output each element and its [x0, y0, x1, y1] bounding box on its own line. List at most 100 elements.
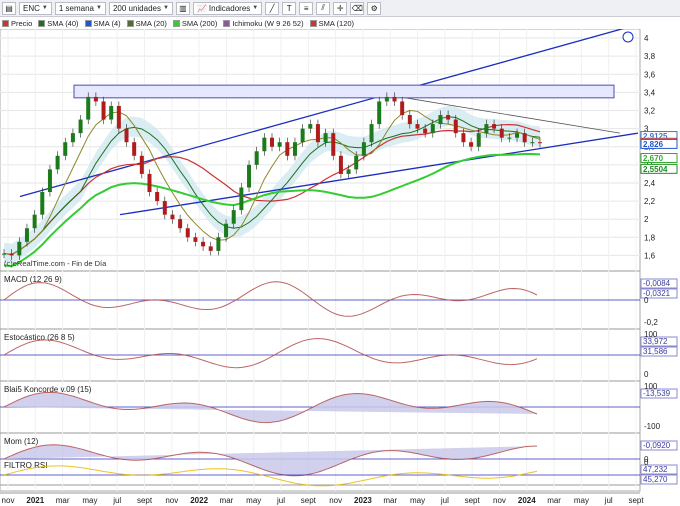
candle-body — [47, 169, 52, 193]
macd-title: MACD (12 26 9) — [4, 275, 62, 284]
candle-body — [492, 124, 497, 129]
price-tick-label: 3,2 — [644, 107, 656, 116]
legend-item[interactable]: SMA (20) — [126, 19, 167, 28]
candle-body — [415, 124, 420, 129]
indicators-button[interactable]: 📈 Indicadores ▼ — [192, 1, 263, 15]
legend-label: Precio — [11, 18, 33, 28]
macd-tick: 0 — [644, 296, 649, 305]
legend-label: Ichimoku (W 9 26 52) — [232, 18, 304, 28]
candle-body — [400, 101, 405, 116]
candle-body — [70, 133, 75, 143]
period-select[interactable]: 1 semana ▼ — [54, 1, 106, 15]
price-tick-label: 4 — [644, 34, 649, 43]
legend-item[interactable]: Precio — [2, 19, 32, 28]
candle-body — [116, 105, 121, 129]
draw-tool-icon[interactable]: ╱ — [265, 1, 280, 15]
candle-body — [93, 96, 98, 102]
fibonacci-icon[interactable]: ≡ — [299, 1, 314, 15]
candle-body — [308, 124, 313, 129]
x-tick-label: mar — [547, 496, 561, 505]
legend-swatch — [2, 19, 9, 27]
rsi-value: 45,270 — [643, 475, 668, 484]
resistance-zone — [73, 84, 615, 99]
candle-body — [170, 214, 175, 220]
legend-item[interactable]: SMA (200) — [172, 19, 217, 28]
koncorde-tick: 100 — [644, 382, 658, 391]
candle-body — [469, 142, 474, 147]
legend-swatch — [172, 19, 180, 27]
rsi-tick: 0 — [644, 458, 649, 467]
candle-body — [178, 219, 183, 229]
candle-body — [323, 133, 328, 143]
candle-body — [377, 101, 382, 125]
legend-item[interactable]: SMA (4) — [84, 19, 121, 28]
candle-body — [17, 241, 22, 256]
legend-item[interactable]: SMA (120) — [309, 19, 354, 28]
candles-icon[interactable]: ▥ — [175, 1, 190, 15]
candle-body — [231, 210, 236, 224]
eraser-icon[interactable]: ⌫ — [350, 1, 365, 15]
expand-arrow-icon[interactable] — [622, 31, 634, 43]
save-icon[interactable]: ▤ — [2, 1, 16, 15]
candle-body — [538, 142, 542, 144]
rsi-title: FILTRO RSI — [4, 461, 47, 470]
price-tick-label: 2 — [644, 215, 649, 224]
mom-title: Mom (12) — [4, 437, 39, 446]
watermark: (c)eRealTime.com - Fin de Día — [4, 259, 107, 268]
x-tick-label: may — [410, 496, 425, 505]
candle-body — [239, 187, 244, 211]
chevron-down-icon: ▼ — [162, 5, 169, 11]
x-tick-label: jul — [276, 496, 285, 505]
price-label: 2,5504 — [643, 165, 668, 174]
crosshair-icon[interactable]: ✛ — [333, 1, 348, 15]
candle-body — [247, 164, 252, 188]
candle-body — [438, 115, 443, 125]
candle-body — [285, 142, 290, 156]
candle-body — [315, 124, 320, 143]
candle-body — [78, 119, 83, 134]
x-tick-label: 2024 — [518, 496, 536, 505]
chevron-down-icon: ▼ — [41, 5, 48, 11]
candle-body — [522, 133, 527, 143]
chevron-down-icon: ▼ — [95, 5, 102, 11]
x-tick-label: 2023 — [354, 496, 372, 505]
candle-body — [331, 133, 336, 156]
symbol-label: ENC — [23, 3, 40, 13]
legend-swatch — [84, 19, 92, 27]
candle-body — [24, 228, 29, 242]
x-tick-label: 2022 — [190, 496, 208, 505]
price-tick-label: 3,4 — [644, 88, 656, 97]
x-tick-label: nov — [329, 496, 342, 505]
text-tool-icon[interactable]: T — [282, 1, 297, 15]
candle-body — [254, 151, 259, 165]
price-label: 2,670 — [643, 154, 664, 163]
x-tick-label: may — [82, 496, 97, 505]
candle-body — [132, 142, 137, 156]
legend-label: SMA (40) — [47, 18, 79, 28]
symbol-select[interactable]: ENC ▼ — [19, 1, 52, 15]
macd-value: -0,0084 — [643, 279, 671, 288]
x-tick-label: mar — [56, 496, 70, 505]
candle-body — [139, 155, 144, 174]
legend-item[interactable]: SMA (40) — [38, 18, 79, 28]
x-tick-label: may — [574, 496, 589, 505]
channel-tool-icon[interactable]: ⫽ — [316, 1, 331, 15]
toolbar: ▤ ENC ▼ 1 semana ▼ 200 unidades ▼ ▥ 📈 Indica… — [0, 0, 680, 17]
candle-body — [262, 137, 267, 152]
indicators-icon: 📈 — [196, 3, 207, 13]
price-label: 2,826 — [643, 140, 664, 149]
candle-body — [208, 246, 213, 251]
x-tick-label: sept — [465, 496, 481, 505]
candle-body — [147, 173, 152, 193]
candle-body — [476, 133, 481, 147]
settings-icon[interactable]: ⚙ — [367, 1, 382, 15]
candle-body — [361, 142, 366, 156]
candle-body — [63, 142, 68, 156]
candle-body — [86, 96, 91, 120]
mom-value: -0,0920 — [643, 441, 671, 450]
legend-item[interactable]: Ichimoku (W 9 26 52) — [223, 18, 304, 28]
units-select[interactable]: 200 unidades ▼ — [108, 1, 173, 15]
chart-canvas[interactable]: 43,83,63,43,232,82,62,42,221,81,6nov2021… — [0, 29, 680, 506]
x-tick-label: sept — [301, 496, 317, 505]
candle-body — [384, 96, 389, 102]
